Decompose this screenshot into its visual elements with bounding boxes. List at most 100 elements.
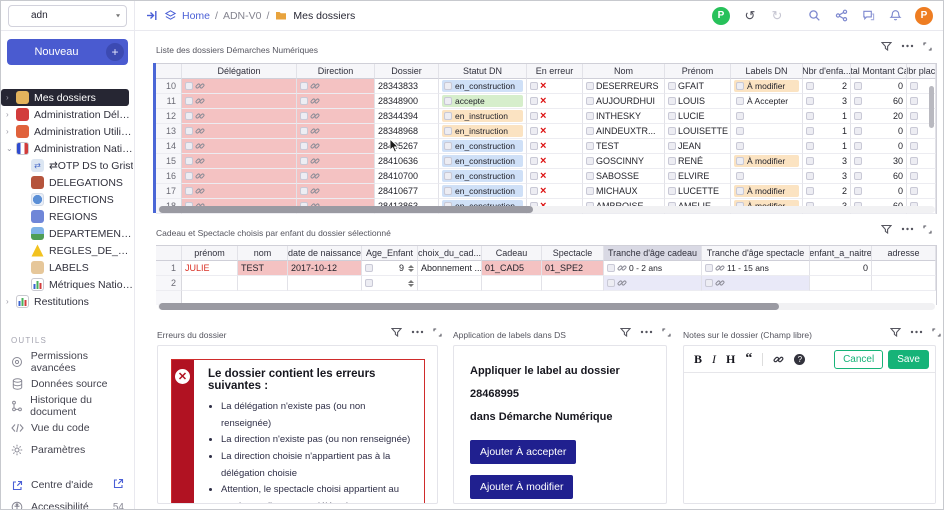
cell-naissance[interactable] [288,276,362,291]
table-row[interactable]: 14 28405267 en_construction × TEST JEAN 1 0 [156,139,936,154]
checkbox-icon[interactable] [910,112,918,120]
sidebar-footer-item[interactable]: Centre d'aide [1,474,134,496]
more-options-icon[interactable] [910,330,923,334]
checkbox-icon[interactable] [530,97,538,105]
layers-icon[interactable] [163,9,177,23]
checkbox-icon[interactable] [854,157,862,165]
checkbox-icon[interactable] [736,142,744,150]
checkbox-icon[interactable] [668,187,676,195]
checkbox-icon[interactable] [586,127,594,135]
bell-icon[interactable] [888,9,902,23]
cell-nom[interactable]: MICHAUX [583,184,665,199]
checkbox-icon[interactable] [806,187,814,195]
avatar-presence[interactable]: P [712,6,730,25]
column-header[interactable]: prénom [182,246,238,261]
cell-num[interactable]: 13 [156,124,182,139]
table-row[interactable]: 2 [156,276,936,291]
checkbox-icon[interactable] [854,142,862,150]
help-icon[interactable]: ? [794,353,806,365]
checkbox-icon[interactable] [854,127,862,135]
more-options-icon[interactable] [640,330,653,334]
cell-num[interactable]: 14 [156,139,182,154]
cell-label_dn[interactable] [731,109,803,124]
checkbox-icon[interactable] [736,127,744,135]
bold-icon[interactable]: B [694,353,702,365]
checkbox-icon[interactable] [736,187,744,195]
checkbox-icon[interactable] [300,97,308,105]
add-label-accepter-button[interactable]: Ajouter À accepter [470,440,577,465]
checkbox-icon[interactable] [530,127,538,135]
cell-prenom[interactable]: JEAN [665,139,731,154]
cell-tranche_spectacle[interactable]: 11 - 15 ans [702,261,810,276]
checkbox-icon[interactable] [185,82,193,90]
expand-widget-icon[interactable] [662,327,671,337]
column-header[interactable]: Tranche d'âge cadeau [604,246,702,261]
more-options-icon[interactable] [901,227,914,231]
cell-nom[interactable]: INTHESKY [583,109,665,124]
cell-dossier[interactable]: 28348900 [375,94,439,109]
sidebar-item-m-triques-nationales[interactable]: Métriques Nationales [1,276,134,293]
checkbox-icon[interactable] [806,82,814,90]
cell-en_erreur[interactable]: × [527,139,583,154]
checkbox-icon[interactable] [854,112,862,120]
checkbox-icon[interactable] [185,127,193,135]
cell-nbr_enfants[interactable]: 2 [803,79,851,94]
sidebar-item-directions[interactable]: DIRECTIONS [1,191,134,208]
chevron-down-icon[interactable]: ⌄ [6,144,15,153]
table-row[interactable]: 15 28410636 en_construction × GOSCINNY RENÉ À … [156,154,936,169]
table-row[interactable]: 11 28348900 accepte × AUJOURDHUI LOUIS À Accep… [156,94,936,109]
column-header[interactable]: adresse [872,246,936,261]
checkbox-icon[interactable] [300,157,308,165]
cell-prenom[interactable]: LUCIE [665,109,731,124]
checkbox-icon[interactable] [910,82,918,90]
chevron-right-icon[interactable]: › [6,110,15,119]
sidebar-tool-code[interactable]: Vue du code [1,417,134,439]
table-row[interactable]: 1 JULIE TEST 2017-10-12 9 Abonnement ... 01_CA… [156,261,936,276]
column-header[interactable]: En erreur [527,64,583,79]
column-header[interactable]: Total Montant Ca... [851,64,907,79]
number-stepper-icon[interactable] [408,279,414,287]
checkbox-icon[interactable] [854,187,862,195]
cell-statut[interactable]: en_construction [439,79,527,94]
checkbox-icon[interactable] [910,172,918,180]
table-row[interactable]: 13 28348968 en_instruction × AINDEUXTR... LOU… [156,124,936,139]
expand-widget-icon[interactable] [932,327,941,337]
cell-tranche_spectacle[interactable] [702,276,810,291]
cell-nom[interactable]: DESERREURS [583,79,665,94]
cell-nbr_enfants[interactable]: 1 [803,124,851,139]
cell-age[interactable]: 9 [362,261,418,276]
cell-nom[interactable] [238,276,288,291]
cell-total_montant[interactable]: 0 [851,79,907,94]
breadcrumb-home[interactable]: Home [182,10,210,22]
cell-nbr_enfants[interactable]: 3 [803,154,851,169]
table1-hscrollbar[interactable] [158,206,935,213]
column-header[interactable]: Statut DN [439,64,527,79]
cell-num[interactable]: 17 [156,184,182,199]
external-link-icon[interactable] [113,478,124,492]
cell-nbr_enfants[interactable]: 2 [803,184,851,199]
number-stepper-icon[interactable] [408,264,414,272]
cell-enfant_a_naitre[interactable] [810,276,872,291]
checkbox-icon[interactable] [530,157,538,165]
cell-prenom[interactable]: LOUISETTE [665,124,731,139]
cell-statut[interactable]: en_instruction [439,109,527,124]
table-row[interactable]: 10 28343833 en_construction × DESERREURS GFAI… [156,79,936,94]
column-header[interactable]: date de naissance [288,246,362,261]
sidebar-item-departements[interactable]: DEPARTEMENTS [1,225,134,242]
cell-cadeau[interactable]: 01_CAD5 [482,261,542,276]
italic-icon[interactable]: I [712,353,716,365]
table2-hscrollbar[interactable] [158,303,935,310]
cell-prenom[interactable]: RENÉ [665,154,731,169]
checkbox-icon[interactable] [806,127,814,135]
checkbox-icon[interactable] [586,82,594,90]
checkbox-icon[interactable] [806,172,814,180]
checkbox-icon[interactable] [185,97,193,105]
cell-en_erreur[interactable]: × [527,79,583,94]
column-header[interactable]: Age_Enfant [362,246,418,261]
cell-naissance[interactable]: 2017-10-12 [288,261,362,276]
checkbox-icon[interactable] [444,157,452,165]
cell-spectacle[interactable] [542,276,604,291]
checkbox-icon[interactable] [736,112,744,120]
cell-tranche_cadeau[interactable]: 0 - 2 ans [604,261,702,276]
cell-label_dn[interactable]: À modifier [731,184,803,199]
